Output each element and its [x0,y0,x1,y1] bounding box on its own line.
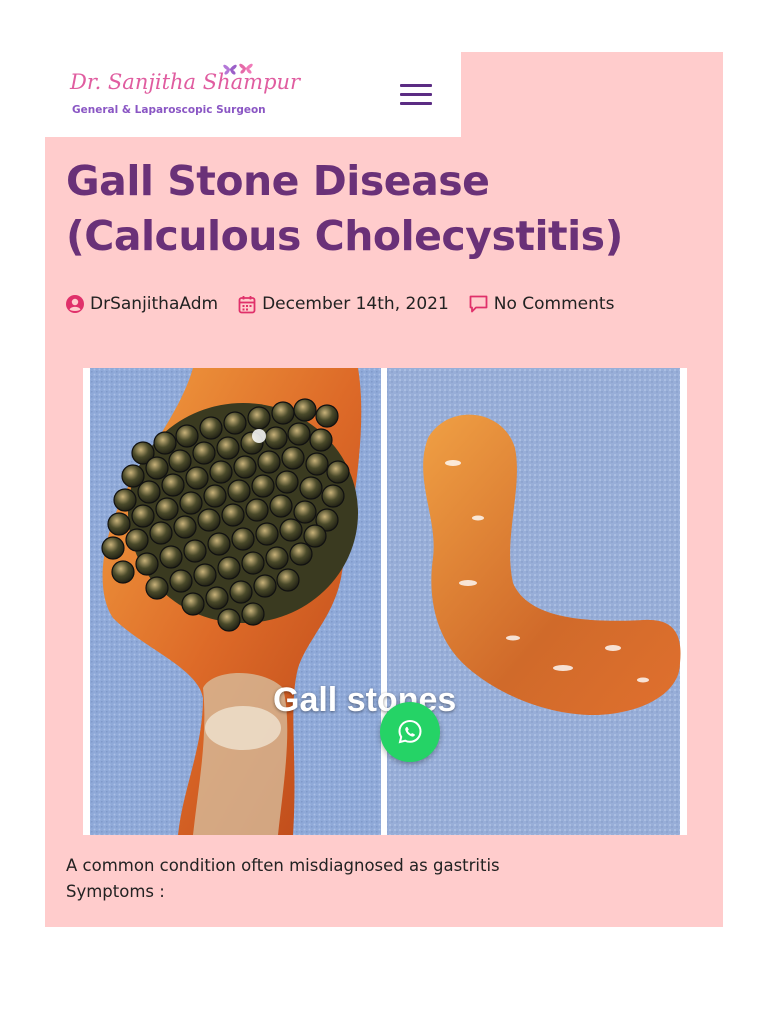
date-meta[interactable]: December 14th, 2021 [238,294,449,314]
author-link[interactable]: DrSanjithaAdm [90,294,218,314]
site-logo[interactable]: Dr. Sanjitha Shampur General & Laparosco… [68,60,300,130]
comments-meta[interactable]: No Comments [469,294,615,314]
post-content: A common condition often misdiagnosed as… [66,853,666,905]
intro-paragraph: A common condition often misdiagnosed as… [66,856,500,875]
page-title: Gall Stone Disease (Calculous Cholecysti… [66,157,623,260]
comments-link[interactable]: No Comments [494,294,615,314]
whatsapp-icon [398,719,422,744]
logo-subtitle: General & Laparoscopic Surgeon [72,104,266,116]
hamburger-menu-icon[interactable] [396,80,436,112]
author-meta[interactable]: DrSanjithaAdm [66,294,218,314]
comment-bubble-icon [469,295,488,313]
user-circle-icon [66,295,84,313]
symptoms-label: Symptoms : [66,882,165,901]
post-meta: DrSanjithaAdm December 14th, 2021 No Com… [66,292,634,316]
gallstones-photo: Gall stones [83,368,687,835]
whatsapp-button[interactable] [380,702,440,762]
logo-name: Dr. Sanjitha Shampur [70,70,301,94]
calendar-icon [238,295,256,313]
date-link[interactable]: December 14th, 2021 [262,294,449,314]
